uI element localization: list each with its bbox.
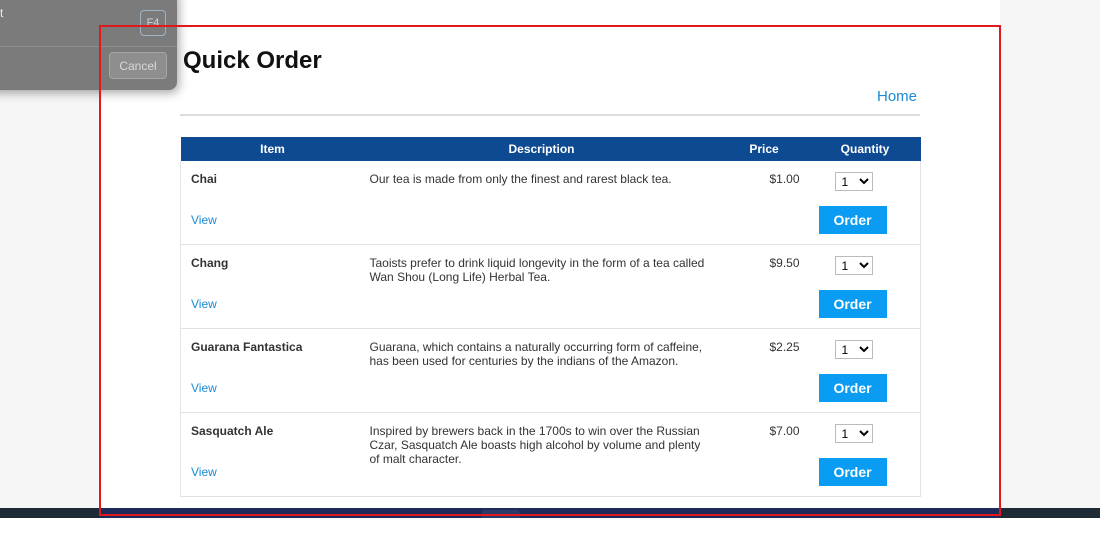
shortcut-dialog: t F4 Cancel xyxy=(0,0,177,90)
taskbar-center xyxy=(100,508,1000,518)
table-row: Chang View Taoists prefer to drink liqui… xyxy=(180,244,921,329)
quantity-cell: 1 Order xyxy=(809,161,921,245)
description-cell: Inspired by brewers back in the 1700s to… xyxy=(364,412,719,497)
order-button[interactable]: Order xyxy=(818,206,887,234)
view-link[interactable]: View xyxy=(191,465,217,479)
bottom-blank-area xyxy=(0,518,1100,541)
description-cell: Our tea is made from only the finest and… xyxy=(364,161,719,245)
shortcut-key-badge: F4 xyxy=(140,10,166,36)
view-link[interactable]: View xyxy=(191,297,217,311)
dialog-divider xyxy=(0,46,177,47)
item-description: Our tea is made from only the finest and… xyxy=(369,172,672,186)
quantity-select[interactable]: 1 xyxy=(834,172,873,191)
quantity-select[interactable]: 1 xyxy=(834,424,873,443)
item-price: $7.00 xyxy=(769,424,800,438)
column-header-price: Price xyxy=(718,137,810,161)
quantity-select[interactable]: 1 xyxy=(834,340,873,359)
item-price: $2.25 xyxy=(769,340,800,354)
item-price: $9.50 xyxy=(769,256,800,270)
table-row: Sasquatch Ale View Inspired by brewers b… xyxy=(180,412,921,497)
item-cell: Chang View xyxy=(180,244,365,329)
item-name: Chai xyxy=(191,172,218,186)
quantity-cell: 1 Order xyxy=(809,412,921,497)
home-link[interactable]: Home xyxy=(860,88,917,105)
header-divider xyxy=(180,114,920,116)
quantity-cell: 1 Order xyxy=(809,244,921,329)
quantity-cell: 1 Order xyxy=(809,328,921,413)
item-price: $1.00 xyxy=(769,172,800,186)
item-name: Guarana Fantastica xyxy=(191,340,303,354)
price-cell: $1.00 xyxy=(718,161,810,245)
table-header-row: Item Description Price Quantity xyxy=(180,137,921,161)
table-row: Chai View Our tea is made from only the … xyxy=(180,161,921,245)
price-cell: $9.50 xyxy=(718,244,810,329)
price-cell: $2.25 xyxy=(718,328,810,413)
taskbar xyxy=(0,508,1100,518)
view-link[interactable]: View xyxy=(191,381,217,395)
item-cell: Sasquatch Ale View xyxy=(180,412,365,497)
view-link[interactable]: View xyxy=(191,213,217,227)
cancel-button[interactable]: Cancel xyxy=(109,52,167,79)
item-description: Taoists prefer to drink liquid longevity… xyxy=(369,256,705,284)
right-gutter xyxy=(1000,0,1100,541)
quantity-select[interactable]: 1 xyxy=(834,256,873,275)
dialog-row-text: t xyxy=(0,6,4,20)
item-cell: Guarana Fantastica View xyxy=(180,328,365,413)
column-header-item: Item xyxy=(180,137,365,161)
taskbar-handle[interactable] xyxy=(482,510,520,518)
item-description: Guarana, which contains a naturally occu… xyxy=(369,340,703,368)
order-button[interactable]: Order xyxy=(818,458,887,486)
price-cell: $7.00 xyxy=(718,412,810,497)
item-name: Sasquatch Ale xyxy=(191,424,274,438)
column-header-quantity: Quantity xyxy=(809,137,921,161)
order-table: Item Description Price Quantity Chai Vie… xyxy=(180,137,921,497)
description-cell: Guarana, which contains a naturally occu… xyxy=(364,328,719,413)
order-button[interactable]: Order xyxy=(818,374,887,402)
item-name: Chang xyxy=(191,256,229,270)
order-button[interactable]: Order xyxy=(818,290,887,318)
item-description: Inspired by brewers back in the 1700s to… xyxy=(369,424,701,466)
table-row: Guarana Fantastica View Guarana, which c… xyxy=(180,328,921,413)
column-header-description: Description xyxy=(364,137,719,161)
page-title: Quick Order xyxy=(183,47,322,74)
description-cell: Taoists prefer to drink liquid longevity… xyxy=(364,244,719,329)
item-cell: Chai View xyxy=(180,161,365,245)
